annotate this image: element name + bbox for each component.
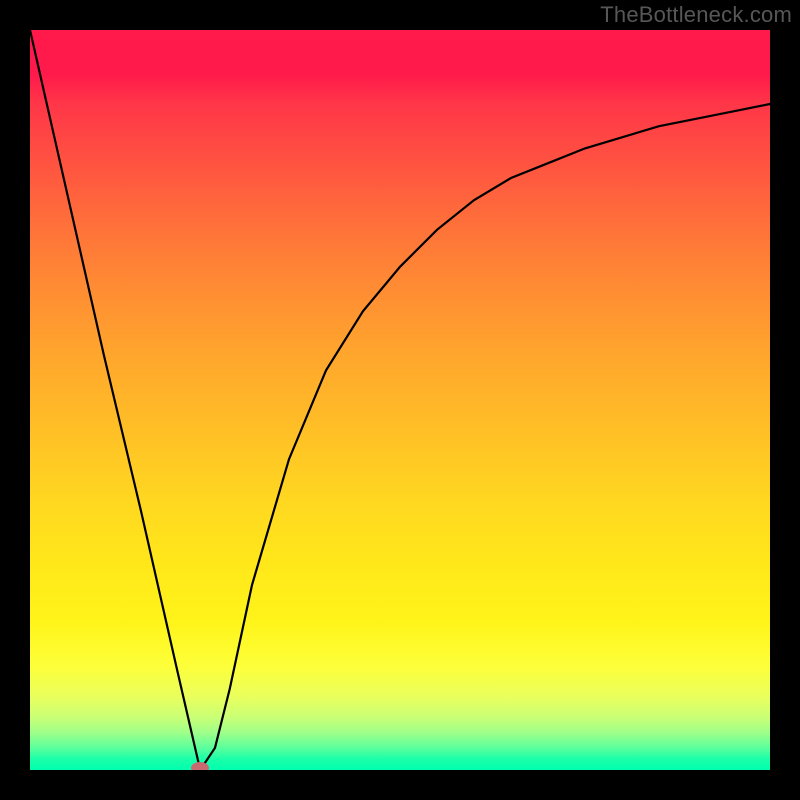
plot-area (30, 30, 770, 770)
chart-frame: TheBottleneck.com (0, 0, 800, 800)
minimum-marker (191, 762, 209, 770)
curve-svg (30, 30, 770, 770)
bottleneck-curve (30, 30, 770, 770)
watermark-text: TheBottleneck.com (600, 2, 792, 28)
